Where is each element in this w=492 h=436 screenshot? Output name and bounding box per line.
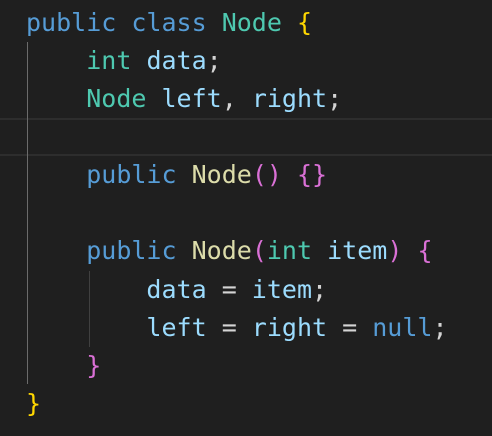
- code-token: ): [387, 236, 403, 265]
- code-token: item: [327, 236, 388, 265]
- code-line-3[interactable]: Node left, right;: [26, 80, 492, 118]
- code-token: Node: [221, 8, 282, 37]
- code-line-5[interactable]: public Node() {}: [26, 156, 492, 194]
- code-token: ;: [432, 313, 448, 342]
- code-token: right: [251, 84, 328, 113]
- code-token: Node: [191, 160, 252, 189]
- code-token: right: [251, 313, 328, 342]
- code-token: public: [86, 160, 177, 189]
- code-token: int: [86, 46, 132, 75]
- code-line-11[interactable]: }: [26, 385, 492, 423]
- code-token: Node: [191, 236, 252, 265]
- code-token: int: [266, 236, 313, 265]
- code-token: ,: [221, 84, 252, 113]
- code-line-9[interactable]: left = right = null;: [26, 309, 492, 347]
- code-token: ;: [327, 84, 343, 113]
- code-token: item: [251, 275, 313, 304]
- code-line-1[interactable]: public class Node {: [26, 4, 492, 42]
- code-token: }: [26, 389, 42, 418]
- code-token: public: [86, 236, 177, 265]
- code-token: }: [86, 351, 102, 380]
- code-token: {: [417, 236, 433, 265]
- code-token: null: [372, 313, 433, 342]
- code-token: (): [251, 160, 282, 189]
- code-token: =: [206, 275, 252, 304]
- code-line-4[interactable]: [26, 118, 492, 156]
- code-token: data: [146, 275, 207, 304]
- code-token: class: [131, 8, 207, 37]
- code-token: ;: [206, 46, 222, 75]
- code-token: left: [161, 84, 222, 113]
- code-token: Node: [86, 84, 147, 113]
- code-line-10[interactable]: }: [26, 347, 492, 385]
- code-token: (: [251, 236, 267, 265]
- code-token: data: [146, 46, 207, 75]
- code-token: =: [206, 313, 252, 342]
- code-token: public: [26, 8, 117, 37]
- code-line-6[interactable]: [26, 194, 492, 232]
- code-token: {}: [296, 160, 328, 189]
- code-line-8[interactable]: data = item;: [26, 271, 492, 309]
- code-token: left: [146, 313, 207, 342]
- code-token: =: [327, 313, 373, 342]
- code-editor[interactable]: public class Node { int data; Node left,…: [0, 0, 492, 436]
- code-line-2[interactable]: int data;: [26, 42, 492, 80]
- code-line-7[interactable]: public Node(int item) {: [26, 232, 492, 270]
- code-token: ;: [312, 275, 328, 304]
- code-token: {: [296, 8, 313, 37]
